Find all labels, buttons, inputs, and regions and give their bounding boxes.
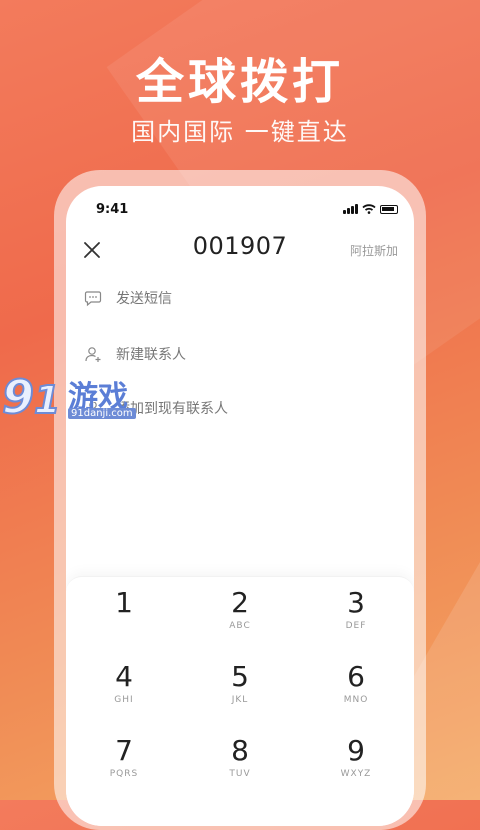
- key-9[interactable]: 9 WXYZ: [298, 725, 414, 795]
- battery-icon: [380, 205, 398, 214]
- phone-screen: 9:41 001907 阿拉斯加 发送短信 新建联系人 添加到现有联系人 1 2…: [66, 186, 414, 826]
- key-digit: 2: [231, 586, 249, 619]
- key-digit: 8: [231, 734, 249, 767]
- key-digit: 9: [347, 734, 365, 767]
- message-icon: [84, 291, 102, 307]
- key-letters: PQRS: [109, 769, 139, 779]
- key-letters: GHI: [114, 695, 134, 705]
- key-digit: 4: [115, 660, 133, 693]
- key-2[interactable]: 2 ABC: [182, 577, 298, 647]
- signal-icon: [343, 204, 358, 214]
- key-5[interactable]: 5 JKL: [182, 651, 298, 721]
- key-6[interactable]: 6 MNO: [298, 651, 414, 721]
- site-watermark: 91 游戏 91danji.com: [1, 369, 142, 430]
- send-sms-label: 发送短信: [116, 291, 172, 307]
- key-4[interactable]: 4 GHI: [66, 651, 182, 721]
- key-letters: WXYZ: [340, 769, 372, 779]
- send-sms-action[interactable]: 发送短信: [84, 286, 172, 310]
- key-7[interactable]: 7 PQRS: [66, 725, 182, 795]
- hero-title: 全球拨打: [135, 54, 344, 110]
- status-time: 9:41: [96, 202, 129, 217]
- key-letters: ABC: [229, 621, 251, 631]
- key-letters: MNO: [343, 695, 369, 705]
- watermark-domain: 91danji.com: [68, 408, 136, 419]
- key-8[interactable]: 8 TUV: [182, 725, 298, 795]
- key-letters: TUV: [229, 769, 251, 779]
- status-icons: [343, 204, 398, 214]
- hero-subtitle: 国内国际 一键直达: [131, 118, 349, 146]
- key-letters: JKL: [231, 695, 249, 705]
- key-3[interactable]: 3 DEF: [298, 577, 414, 647]
- wifi-icon: [362, 204, 376, 214]
- dial-keypad: 1 2 ABC 3 DEF 4 GHI 5 JKL 6 MNO 7 PQRS 8: [66, 576, 414, 826]
- key-letters: DEF: [345, 621, 367, 631]
- key-digit: 3: [347, 586, 365, 619]
- key-digit: 7: [115, 734, 133, 767]
- key-1[interactable]: 1: [66, 577, 182, 647]
- key-digit: 6: [347, 660, 365, 693]
- country-label[interactable]: 阿拉斯加: [350, 242, 398, 259]
- key-digit: 1: [115, 586, 133, 619]
- new-contact-action[interactable]: 新建联系人: [84, 342, 186, 366]
- watermark-logo: 91: [1, 369, 61, 425]
- key-digit: 5: [231, 660, 249, 693]
- new-contact-label: 新建联系人: [116, 347, 186, 363]
- add-person-icon: [85, 347, 101, 362]
